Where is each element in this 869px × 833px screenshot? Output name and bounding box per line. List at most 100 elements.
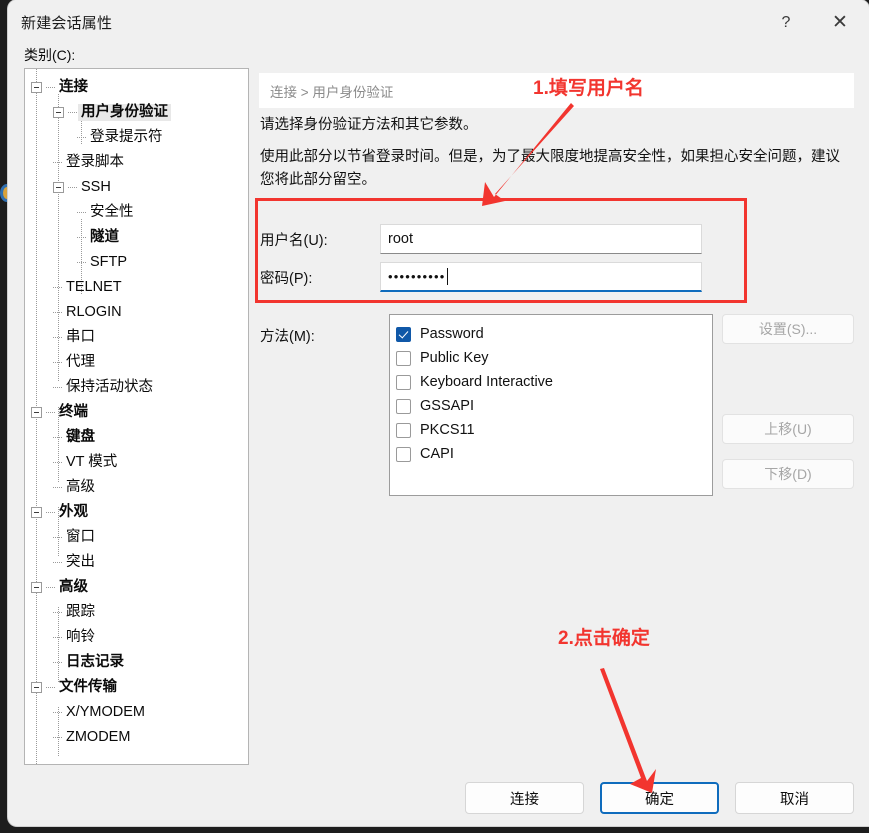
description-line-2: 使用此部分以节省登录时间。但是，为了最大限度地提高安全性，如果担心安全问题，建议… [260,149,840,188]
annotation-label-1: 2.点击确定 [558,628,650,649]
method-option-label: Keyboard Interactive [420,374,553,390]
annotation-label-0: 1.填写用户名 [533,78,644,99]
tree-item-label: TELNET [66,278,122,295]
collapse-minus-icon[interactable] [31,582,42,593]
tree-connector-icon [77,212,86,213]
tree-item-10[interactable]: 串口 [25,325,248,350]
tree-connector-icon [46,512,55,513]
window-title: 新建会话属性 [21,15,113,32]
tree-item-label: 登录脚本 [66,153,124,170]
tree-item-2[interactable]: 登录提示符 [25,125,248,150]
tree-item-label: 安全性 [90,203,134,220]
tree-item-7[interactable]: SFTP [25,250,248,275]
tree-item-label: VT 模式 [66,453,118,470]
footer-button-2[interactable]: 取消 [735,782,854,814]
tree-item-1[interactable]: 用户身份验证 [25,100,248,125]
collapse-minus-icon[interactable] [31,682,42,693]
methods-list[interactable]: Password Public Key Keyboard Interactive GS… [389,314,713,496]
tree-item-26[interactable]: ZMODEM [25,725,248,750]
tree-connector-icon [77,237,86,238]
tree-item-8[interactable]: TELNET [25,275,248,300]
tree-connector-icon [68,112,77,113]
tree-item-6[interactable]: 隧道 [25,225,248,250]
tree-item-12[interactable]: 保持活动状态 [25,375,248,400]
tree-item-label: 外观 [59,503,88,520]
tree-connector-icon [46,87,55,88]
tree-connector-icon [53,662,62,663]
tree-item-3[interactable]: 登录脚本 [25,150,248,175]
method-option-2[interactable]: Keyboard Interactive [396,370,712,394]
help-icon[interactable]: ? [763,0,809,45]
tree-item-9[interactable]: RLOGIN [25,300,248,325]
tree-item-19[interactable]: 突出 [25,550,248,575]
tree-connector-icon [68,187,77,188]
collapse-minus-icon[interactable] [53,182,64,193]
method-option-0[interactable]: Password [396,322,712,346]
tree-item-17[interactable]: 外观 [25,500,248,525]
tree-item-label: 串口 [66,328,95,345]
tree-item-label: 突出 [66,553,95,570]
annotation-highlight-box [255,198,747,303]
collapse-minus-icon[interactable] [31,82,42,93]
checkbox-icon[interactable] [396,398,411,414]
method-option-1[interactable]: Public Key [396,346,712,370]
tree-item-label: 响铃 [66,628,95,645]
tree-item-22[interactable]: 响铃 [25,625,248,650]
tree-item-18[interactable]: 窗口 [25,525,248,550]
tree-connector-icon [53,312,62,313]
checkbox-checked-icon[interactable] [396,326,411,342]
tree-item-23[interactable]: 日志记录 [25,650,248,675]
tree-item-label: ZMODEM [66,728,131,745]
tree-connector-icon [46,587,55,588]
tree-connector-icon [53,612,62,613]
collapse-minus-icon[interactable] [53,107,64,118]
method-option-label: Public Key [420,350,489,366]
tree-item-label: 窗口 [66,528,95,545]
tree-item-21[interactable]: 跟踪 [25,600,248,625]
side-button-0: 设置(S)... [722,314,854,344]
tree-item-label: X/YMODEM [66,703,145,720]
tree-item-11[interactable]: 代理 [25,350,248,375]
tree-connector-icon [77,137,86,138]
method-option-4[interactable]: PKCS11 [396,418,712,442]
tree-item-0[interactable]: 连接 [25,75,248,100]
close-icon[interactable]: ✕ [817,0,863,45]
checkbox-icon[interactable] [396,350,411,366]
description-line-1: 请选择身份验证方法和其它参数。 [260,117,478,133]
tree-item-label: 高级 [59,578,88,595]
title-bar: 新建会话属性 ? ✕ [8,0,869,45]
category-tree[interactable]: 连接用户身份验证 登录提示符登录脚本 SSH 安全性隧道 SFTP TELNET RLOGI… [24,68,249,765]
method-option-3[interactable]: GSSAPI [396,394,712,418]
tree-item-20[interactable]: 高级 [25,575,248,600]
tree-connector-icon [53,712,62,713]
tree-item-label: 键盘 [66,428,95,445]
tree-connector-icon [53,437,62,438]
tree-item-label: SFTP [90,253,128,270]
tree-item-16[interactable]: 高级 [25,475,248,500]
footer-button-0[interactable]: 连接 [465,782,584,814]
tree-item-label: 隧道 [90,228,119,245]
tree-item-25[interactable]: X/YMODEM [25,700,248,725]
screen: 新建会话属性 ? ✕ 类别(C): 连接 用户身份验证 登录提示符 登录脚本 SSH 安全… [0,0,869,833]
tree-connector-icon [53,287,62,288]
checkbox-icon[interactable] [396,374,411,390]
checkbox-icon[interactable] [396,422,411,438]
method-option-5[interactable]: CAPI [396,442,712,466]
footer-button-1[interactable]: 确定 [600,782,719,814]
tree-item-13[interactable]: 终端 [25,400,248,425]
collapse-minus-icon[interactable] [31,507,42,518]
tree-item-15[interactable]: VT 模式 [25,450,248,475]
tree-item-14[interactable]: 键盘 [25,425,248,450]
tree-item-5[interactable]: 安全性 [25,200,248,225]
tree-connector-icon [46,687,55,688]
tree-connector-icon [53,737,62,738]
checkbox-icon[interactable] [396,446,411,462]
tree-item-label: 文件传输 [59,678,117,695]
tree-item-label: 终端 [59,403,88,420]
tree-item-label: 用户身份验证 [78,103,171,122]
collapse-minus-icon[interactable] [31,407,42,418]
tree-item-4[interactable]: SSH [25,175,248,200]
tree-item-24[interactable]: 文件传输 [25,675,248,700]
session-properties-dialog: 新建会话属性 ? ✕ 类别(C): 连接 用户身份验证 登录提示符 登录脚本 SSH 安全… [8,0,869,826]
tree-item-label: 登录提示符 [90,128,163,145]
